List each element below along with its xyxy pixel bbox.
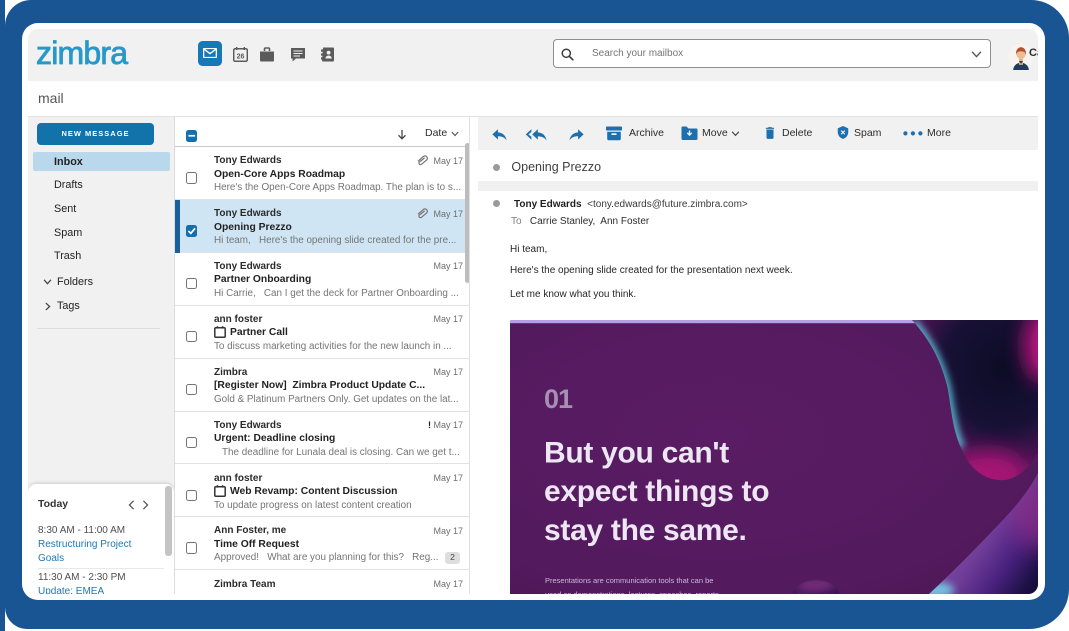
- svg-text:used as demonstrations, lectur: used as demonstrations, lectures, speech…: [545, 590, 721, 594]
- svg-text:expect things to: expect things to: [544, 475, 769, 508]
- svg-text:26: 26: [237, 54, 245, 61]
- svg-text:Presentations are communicatio: Presentations are communication tools th…: [545, 576, 713, 585]
- svg-text:But you can't: But you can't: [544, 437, 729, 470]
- svg-text:01: 01: [544, 384, 573, 414]
- svg-text:stay the same.: stay the same.: [544, 514, 747, 547]
